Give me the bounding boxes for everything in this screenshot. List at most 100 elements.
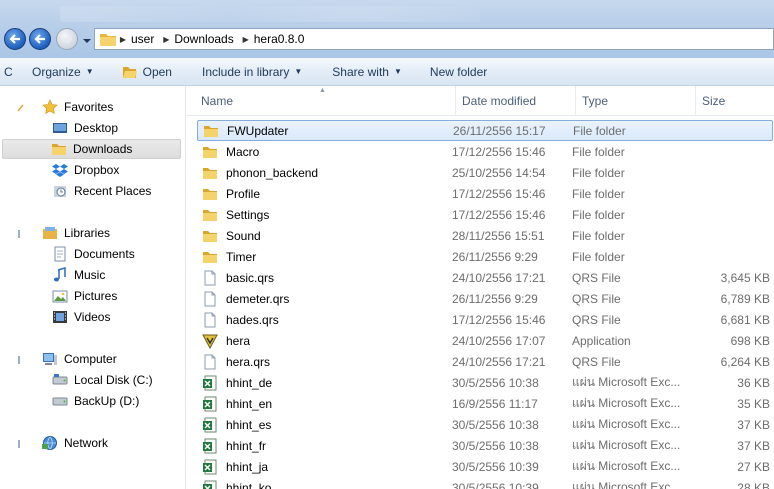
file-date-modified: 17/12/2556 15:46 [452,144,546,159]
nav-recent-places[interactable]: Recent Places [52,181,151,201]
file-name: hhint_es [226,417,272,432]
file-row[interactable]: hhint_de 30/5/2556 10:38 แผ่น Microsoft Ex… [197,372,773,393]
desktop-icon [53,123,67,133]
file-name: FWUpdater [227,123,289,138]
nav-label: Desktop [74,121,119,135]
navigation-pane[interactable]: Favorites Desktop Downloads Dropbox Rece… [0,86,186,489]
nav-local-disk[interactable]: Local Disk (C:) [52,370,153,390]
nav-pictures[interactable]: Pictures [52,286,117,306]
share-with-button[interactable]: Share with ▼ [324,58,410,86]
forward-button[interactable] [29,28,51,50]
folder-icon [203,188,217,200]
breadcrumb-current-folder[interactable]: hera0.8.0 [252,32,311,46]
file-type: แผ่น Microsoft Exc... [572,396,681,410]
breadcrumb-separator[interactable]: ▶ [160,35,172,44]
file-row[interactable]: Profile 17/12/2556 15:46 File folder [197,183,773,204]
file-row[interactable]: Settings 17/12/2556 15:46 File folder [197,204,773,225]
column-header-type[interactable]: Type [576,86,696,116]
file-row[interactable]: demeter.qrs 26/11/2556 9:29 QRS File 6,789 … [197,288,773,309]
nav-downloads[interactable]: Downloads [2,139,181,159]
file-row[interactable]: hhint_fr 30/5/2556 10:38 แผ่น Microsoft Ex… [197,435,773,456]
open-button[interactable]: Open [114,58,180,86]
file-row[interactable]: hhint_ja 30/5/2556 10:39 แผ่น Microsoft Ex… [197,456,773,477]
column-header-size[interactable]: Size [696,86,774,116]
share-with-label: Share with [332,64,389,79]
nav-network[interactable]: Network [42,433,108,453]
file-row[interactable]: hhint_ko 30/5/2556 10:39 แผ่น Microsoft Ex… [197,477,773,489]
chevron-down-icon: ▼ [294,67,303,76]
nav-label: Libraries [64,226,111,240]
file-row[interactable]: phonon_backend 25/10/2556 14:54 File folde… [197,162,773,183]
new-folder-button[interactable]: New folder [422,58,495,86]
include-in-library-label: Include in library [201,64,290,79]
file-name-cell: hades.qrs [197,312,452,328]
file-row[interactable]: hhint_es 30/5/2556 10:38 แผ่น Microsoft Ex… [197,414,773,435]
file-type: File folder [572,186,625,201]
collapse-arrow-icon[interactable] [16,103,24,113]
back-button[interactable] [4,28,26,50]
column-header-type-label: Type [582,94,609,108]
file-list[interactable]: ▲ Name Date modified Type Size FWUpdater… [187,86,774,489]
recent-pages-dropdown[interactable] [82,35,92,45]
file-date-modified: 24/10/2556 17:21 [452,354,546,369]
nav-favorites[interactable]: Favorites [42,97,113,117]
nav-computer[interactable]: Computer [42,349,117,369]
collapse-arrow-icon[interactable] [16,355,24,365]
nav-music[interactable]: Music [52,265,105,285]
document-icon [204,354,216,369]
nav-dropbox[interactable]: Dropbox [52,160,119,180]
file-row[interactable]: hera 24/10/2556 17:07 Application 698 KB [197,330,773,351]
file-row[interactable]: hera.qrs 24/10/2556 17:21 QRS File 6,264 KB [197,351,773,372]
collapse-arrow-icon[interactable] [16,229,24,239]
include-in-library-button[interactable]: Include in library ▼ [194,58,310,86]
file-name: Timer [226,249,257,264]
chevron-down-icon [83,39,91,43]
file-date-modified: 26/11/2556 9:29 [452,249,538,264]
file-row[interactable]: Sound 28/11/2556 15:51 File folder [197,225,773,246]
up-button[interactable] [56,28,78,50]
file-row[interactable]: Timer 26/11/2556 9:29 File folder [197,246,773,267]
nav-label: Dropbox [74,163,120,177]
breadcrumb-separator[interactable]: ▶ [240,35,252,44]
excel-icon [203,375,217,390]
file-size: 27 KB [737,459,770,474]
folder-icon [203,251,217,263]
new-folder-label: New folder [429,64,488,79]
collapse-arrow-icon[interactable] [16,439,24,449]
command-bar: C Organize ▼ Open Include in library ▼ S… [0,58,774,86]
back-arrow-icon [34,34,45,44]
application-icon [202,334,218,349]
file-date-modified: 26/11/2556 15:17 [453,123,546,138]
breadcrumb-separator[interactable]: ▶ [117,35,129,44]
column-header-name[interactable]: ▲ Name [187,86,456,116]
breadcrumb-user[interactable]: user [129,32,160,46]
file-type: QRS File [572,312,621,327]
file-row[interactable]: hades.qrs 17/12/2556 15:46 QRS File 6,681 K… [197,309,773,330]
file-row[interactable]: basic.qrs 24/10/2556 17:21 QRS File 3,645 K… [197,267,773,288]
address-bar[interactable]: ▶ user ▶ Downloads ▶ hera0.8.0 [94,28,774,50]
nav-backup-drive[interactable]: BackUp (D:) [52,391,139,411]
chevron-down-icon: ▼ [393,67,402,76]
recent-places-icon [54,186,66,197]
organize-label: Organize [32,64,81,79]
file-type: QRS File [572,270,621,285]
file-row[interactable]: hhint_en 16/9/2556 11:17 แผ่น Microsoft Ex… [197,393,773,414]
excel-icon [203,417,217,432]
nav-libraries[interactable]: Libraries [42,223,110,243]
file-name: hhint_fr [226,438,267,453]
file-date-modified: 30/5/2556 10:38 [452,375,539,390]
column-header-date-modified[interactable]: Date modified [456,86,576,116]
file-name: hhint_ko [226,480,272,489]
chevron-down-icon: ▼ [85,67,94,76]
file-date-modified: 24/10/2556 17:21 [452,270,546,285]
background-window-tabs [60,6,480,22]
hidden-menu-stub[interactable]: C [0,58,24,86]
nav-videos[interactable]: Videos [52,307,110,327]
nav-desktop[interactable]: Desktop [52,118,118,138]
excel-icon [203,396,217,411]
file-row[interactable]: FWUpdater 26/11/2556 15:17 File folder [197,120,773,141]
organize-button[interactable]: Organize ▼ [24,58,102,86]
nav-documents[interactable]: Documents [52,244,135,264]
file-row[interactable]: Macro 17/12/2556 15:46 File folder [197,141,773,162]
breadcrumb-downloads[interactable]: Downloads [172,32,239,46]
